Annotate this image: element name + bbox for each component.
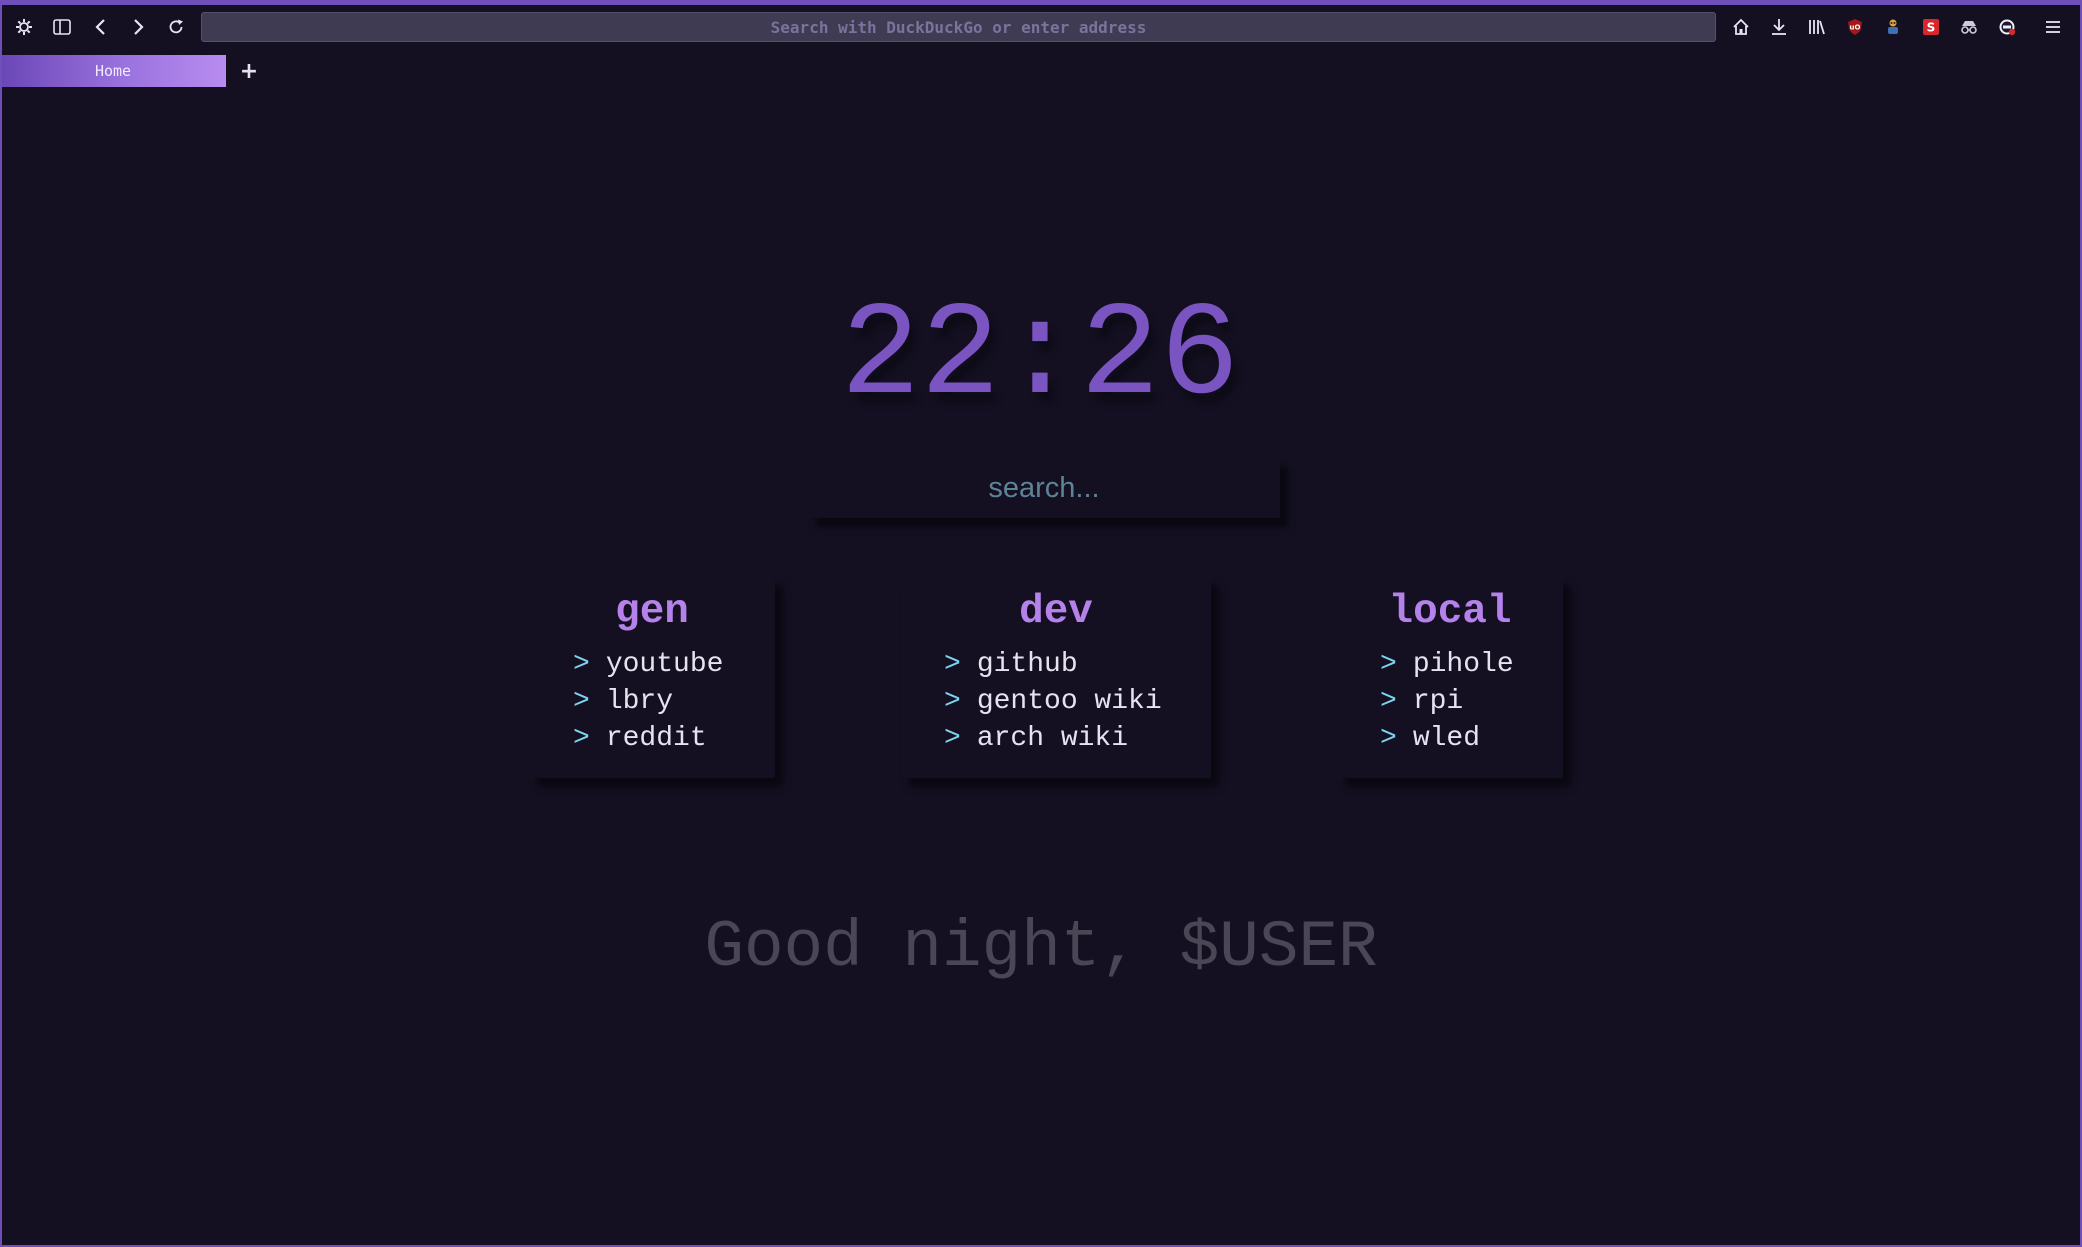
link-reddit[interactable]: > reddit bbox=[573, 720, 723, 757]
greeting: Good night, $USER bbox=[704, 910, 1378, 985]
tab-label: Home bbox=[94, 62, 132, 80]
tab-bar: Home + bbox=[0, 55, 2082, 87]
new-tab-button[interactable]: + bbox=[238, 55, 260, 87]
link-label: rpi bbox=[1412, 686, 1464, 717]
s-extension-icon[interactable]: S bbox=[1914, 11, 1948, 43]
reload-icon[interactable] bbox=[159, 11, 193, 43]
arrow-icon: > bbox=[1380, 649, 1397, 680]
arrow-icon: > bbox=[573, 686, 590, 717]
card-title: dev bbox=[1019, 589, 1093, 635]
url-bar-placeholder: Search with DuckDuckGo or enter address bbox=[770, 17, 1147, 37]
arrow-icon: > bbox=[1380, 723, 1397, 754]
arrow-icon: > bbox=[573, 649, 590, 680]
link-list: > youtube > lbry > reddit bbox=[573, 646, 723, 757]
privacy-icon[interactable] bbox=[1990, 11, 2024, 43]
back-icon[interactable] bbox=[84, 11, 118, 43]
link-label: arch wiki bbox=[976, 723, 1129, 754]
arrow-icon: > bbox=[573, 723, 590, 754]
browser-toolbar: Search with DuckDuckGo or enter address … bbox=[0, 5, 2082, 49]
svg-text:uO: uO bbox=[1850, 24, 1861, 32]
arrow-icon: > bbox=[944, 686, 961, 717]
link-list: > pihole > rpi > wled bbox=[1380, 646, 1514, 757]
card-gen: gen > youtube > lbry > reddit bbox=[529, 576, 775, 778]
link-label: reddit bbox=[605, 723, 707, 754]
clock: 22:26 bbox=[840, 281, 1240, 432]
arrow-icon: > bbox=[944, 649, 961, 680]
card-dev: dev > github > gentoo wiki > arch wiki bbox=[901, 576, 1211, 778]
search-input[interactable] bbox=[808, 457, 1280, 519]
settings-icon[interactable] bbox=[7, 11, 41, 43]
link-wled[interactable]: > wled bbox=[1380, 720, 1514, 757]
card-title: gen bbox=[615, 589, 689, 635]
link-label: youtube bbox=[605, 649, 724, 680]
arrow-icon: > bbox=[944, 723, 961, 754]
link-list: > github > gentoo wiki > arch wiki bbox=[944, 646, 1162, 757]
link-rpi[interactable]: > rpi bbox=[1380, 683, 1514, 720]
home-icon[interactable] bbox=[1724, 11, 1758, 43]
link-label: github bbox=[976, 649, 1078, 680]
link-label: gentoo wiki bbox=[976, 686, 1162, 717]
card-title: local bbox=[1388, 589, 1512, 635]
sidebar-icon[interactable] bbox=[45, 11, 79, 43]
link-label: pihole bbox=[1412, 649, 1514, 680]
library-icon[interactable] bbox=[1800, 11, 1834, 43]
url-bar[interactable]: Search with DuckDuckGo or enter address bbox=[201, 12, 1716, 42]
forward-icon[interactable] bbox=[121, 11, 155, 43]
link-github[interactable]: > github bbox=[944, 646, 1162, 683]
link-label: lbry bbox=[605, 686, 674, 717]
menu-icon[interactable] bbox=[2036, 11, 2070, 43]
extension-icon[interactable] bbox=[1876, 11, 1910, 43]
link-label: wled bbox=[1412, 723, 1481, 754]
link-lbry[interactable]: > lbry bbox=[573, 683, 723, 720]
tab-home[interactable]: Home bbox=[0, 55, 226, 87]
search-box bbox=[808, 457, 1280, 519]
download-icon[interactable] bbox=[1762, 11, 1796, 43]
ublock-icon[interactable]: uO bbox=[1838, 11, 1872, 43]
incognito-icon[interactable] bbox=[1952, 11, 1986, 43]
svg-text:S: S bbox=[1927, 21, 1936, 35]
link-arch-wiki[interactable]: > arch wiki bbox=[944, 720, 1162, 757]
card-local: local > pihole > rpi > wled bbox=[1337, 576, 1563, 778]
arrow-icon: > bbox=[1380, 686, 1397, 717]
link-gentoo-wiki[interactable]: > gentoo wiki bbox=[944, 683, 1162, 720]
link-pihole[interactable]: > pihole bbox=[1380, 646, 1514, 683]
link-youtube[interactable]: > youtube bbox=[573, 646, 723, 683]
